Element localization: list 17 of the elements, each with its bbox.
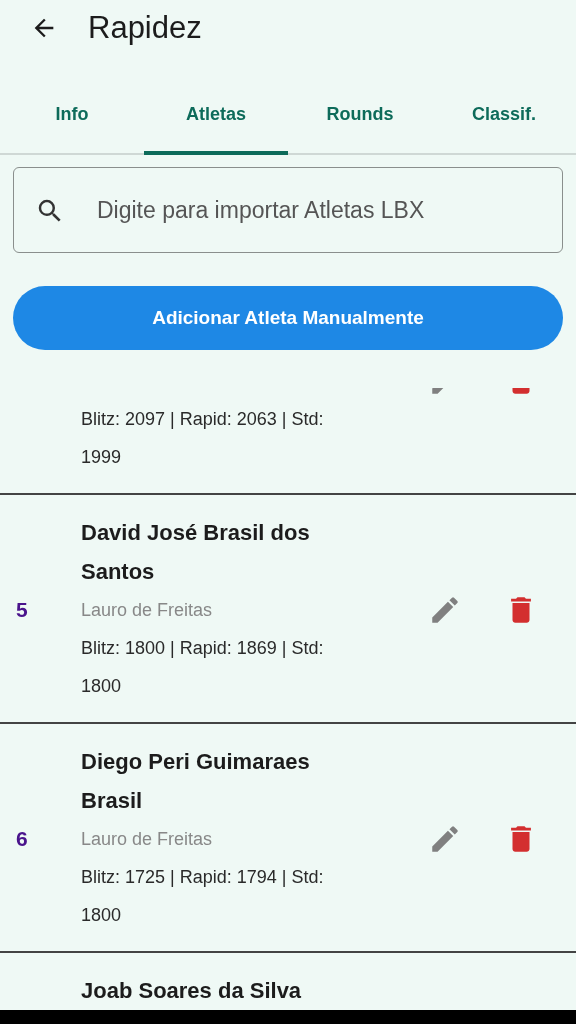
athlete-city: Lauro de Freitas xyxy=(81,599,214,622)
athlete-name: Joab Soares da Silva xyxy=(81,977,303,1005)
athlete-ratings: Blitz: 1800 | Rapid: 1869 | Std: 1800 xyxy=(81,637,325,698)
athlete-city: Lauro de Freitas xyxy=(81,828,214,851)
tab[interactable]: Rounds xyxy=(288,78,432,155)
add-athlete-button[interactable]: Adicionar Atleta Manualmente xyxy=(13,286,563,350)
tab[interactable]: Atletas xyxy=(144,78,288,155)
search-field[interactable]: Digite para importar Atletas LBX xyxy=(13,167,563,253)
tab[interactable]: Info xyxy=(0,78,144,155)
tab[interactable]: Classif. xyxy=(432,78,576,155)
screen-title: Rapidez xyxy=(88,9,202,46)
athlete-number: 5 xyxy=(15,598,29,622)
athlete-ratings: Blitz: 2097 | Rapid: 2063 | Std: 1999 xyxy=(81,408,325,469)
athlete-ratings: Blitz: 1725 | Rapid: 1794 | Std: 1800 xyxy=(81,866,325,927)
athlete-name: Diego Peri Guimaraes Brasil xyxy=(81,748,311,815)
athlete-name: David José Brasil dos Santos xyxy=(81,519,311,586)
athlete-number: 6 xyxy=(15,827,29,851)
